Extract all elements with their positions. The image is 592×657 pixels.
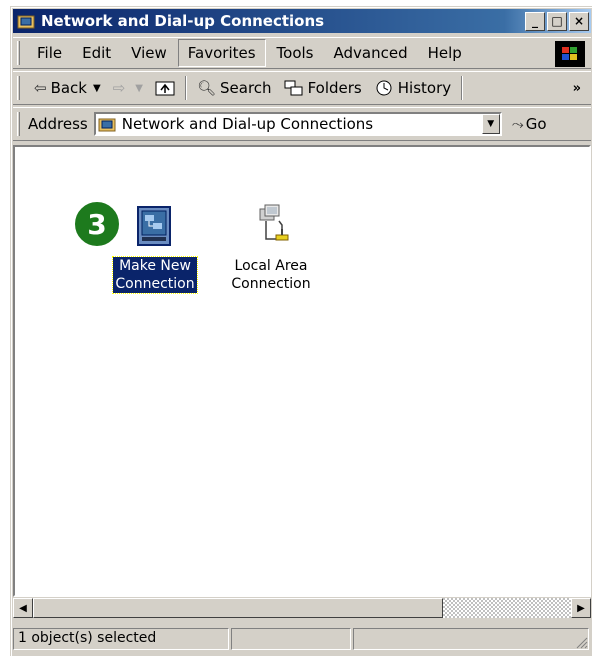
minimize-button[interactable]: _ — [525, 11, 545, 31]
local-area-connection-label: Local Area Connection — [229, 257, 312, 293]
make-new-connection-item[interactable]: Make New Connection — [105, 203, 205, 294]
horizontal-scrollbar[interactable]: ◀ ▶ — [13, 597, 591, 619]
up-button[interactable] — [149, 75, 181, 101]
standard-toolbar: ⇦ Back ▼ ⇨ ▼ 🔍︎ Search Folders History » — [13, 71, 591, 105]
make-new-connection-label-line2: Connection — [115, 276, 195, 292]
menu-grip[interactable] — [17, 41, 20, 65]
make-new-connection-label-line1: Make New — [119, 258, 191, 274]
menu-view[interactable]: View — [122, 40, 176, 66]
folders-label: Folders — [307, 79, 362, 97]
history-label: History — [397, 79, 452, 97]
status-pane-zone — [353, 628, 589, 650]
scroll-thumb[interactable] — [33, 598, 443, 618]
local-area-connection-label-line2: Connection — [231, 276, 311, 292]
chevron-right-icon: ▶ — [577, 602, 585, 614]
menu-file[interactable]: File — [28, 40, 71, 66]
toolbar-separator — [184, 76, 187, 100]
address-grip[interactable] — [17, 112, 20, 136]
forward-dropdown-icon[interactable]: ▼ — [135, 83, 143, 94]
menu-help[interactable]: Help — [419, 40, 471, 66]
back-dropdown-icon[interactable]: ▼ — [93, 83, 101, 94]
make-new-connection-icon — [137, 206, 171, 246]
status-pane-empty — [231, 628, 351, 650]
menu-tools[interactable]: Tools — [268, 40, 323, 66]
back-button[interactable]: ⇦ Back ▼ — [28, 75, 107, 101]
chevron-left-icon: ◀ — [19, 602, 27, 614]
go-label: Go — [525, 115, 547, 133]
history-button[interactable]: History — [368, 75, 457, 101]
scroll-right-button[interactable]: ▶ — [571, 598, 591, 618]
make-new-connection-label: Make New Connection — [112, 256, 198, 294]
toolbar-grip[interactable] — [17, 76, 20, 100]
menu-advanced[interactable]: Advanced — [325, 40, 417, 66]
forward-button[interactable]: ⇨ ▼ — [107, 75, 149, 101]
network-folder-icon — [98, 118, 116, 132]
status-text: 1 object(s) selected — [13, 628, 229, 650]
scroll-left-button[interactable]: ◀ — [13, 598, 33, 618]
chevron-down-icon: ▼ — [487, 119, 495, 129]
folder-content[interactable]: 3 Make New Connection Local Area Connect… — [13, 145, 591, 597]
local-area-connection-label-line1: Local Area — [234, 258, 308, 274]
up-folder-icon — [155, 81, 175, 96]
address-bar: Address Network and Dial-up Connections … — [13, 107, 591, 141]
forward-arrow-icon: ⇨ — [112, 79, 126, 97]
title-bar[interactable]: Network and Dial-up Connections _ □ × — [13, 9, 591, 33]
resize-grip-icon[interactable] — [574, 635, 588, 649]
menu-edit[interactable]: Edit — [73, 40, 120, 66]
explorer-window: Network and Dial-up Connections _ □ × Fi… — [10, 6, 592, 656]
history-icon — [376, 80, 392, 96]
menu-favorites[interactable]: Favorites — [177, 39, 266, 67]
status-bar: 1 object(s) selected — [13, 621, 591, 657]
address-value: Network and Dial-up Connections — [121, 115, 374, 133]
close-button[interactable]: × — [569, 11, 589, 31]
toolbar-overflow-chevron[interactable]: » — [573, 81, 581, 96]
address-dropdown-button[interactable]: ▼ — [481, 114, 500, 134]
network-folder-icon — [17, 15, 35, 29]
folders-icon — [284, 80, 303, 96]
toolbar-separator — [461, 76, 464, 100]
windows-logo-icon — [555, 41, 585, 67]
back-arrow-icon: ⇦ — [34, 79, 47, 97]
address-input[interactable]: Network and Dial-up Connections ▼ — [93, 112, 502, 136]
folders-button[interactable]: Folders — [278, 75, 368, 101]
local-area-connection-item[interactable]: Local Area Connection — [221, 203, 321, 293]
window-title: Network and Dial-up Connections — [41, 12, 325, 30]
back-label: Back — [50, 79, 87, 97]
menu-bar: File Edit View Favorites Tools Advanced … — [13, 37, 591, 69]
go-arrow-icon: ⤳ — [511, 115, 524, 133]
search-button[interactable]: 🔍︎ Search — [191, 75, 278, 101]
search-icon: 🔍︎ — [196, 79, 217, 97]
address-label: Address — [28, 115, 88, 133]
go-button[interactable]: ⤳ Go — [512, 115, 547, 133]
maximize-button[interactable]: □ — [547, 11, 567, 31]
scroll-track[interactable] — [443, 598, 571, 618]
local-area-connection-icon — [259, 204, 289, 241]
search-label: Search — [220, 79, 272, 97]
